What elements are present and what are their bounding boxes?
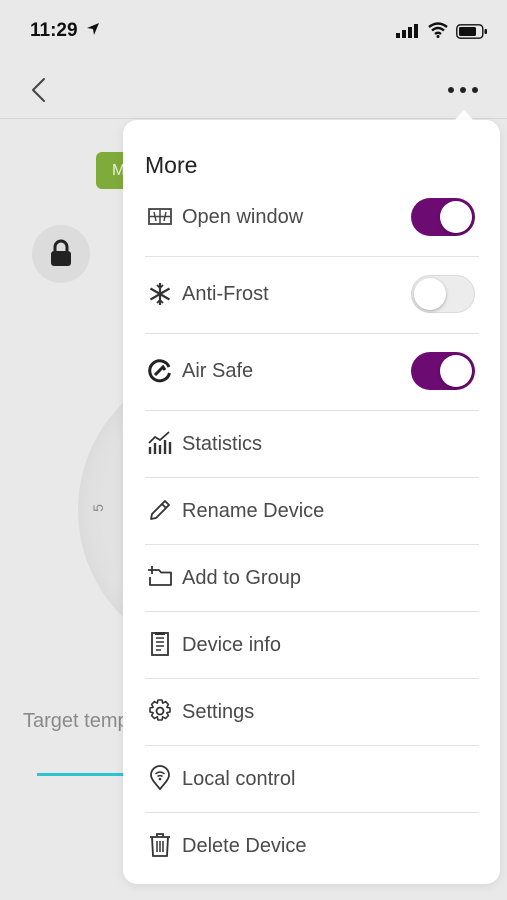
location-pin-icon (150, 765, 170, 791)
open-window-toggle[interactable] (411, 198, 475, 236)
window-icon (148, 208, 172, 225)
cellular-signal-icon (396, 24, 418, 38)
menu-title: More (145, 152, 198, 178)
menu-item-anti-frost[interactable]: Anti-Frost (145, 257, 479, 334)
back-chevron-icon[interactable] (26, 76, 52, 104)
menu-item-open-window[interactable]: Open window (145, 180, 479, 257)
navigation-bar (0, 60, 507, 119)
add-folder-icon (148, 566, 172, 586)
menu-item-device-info[interactable]: Device info (145, 612, 479, 679)
pencil-icon (150, 500, 170, 520)
location-arrow-icon (87, 23, 99, 35)
battery-icon (456, 24, 487, 39)
menu-item-settings[interactable]: Settings (145, 679, 479, 746)
menu-item-statistics[interactable]: Statistics (145, 411, 479, 478)
lock-icon (51, 239, 71, 266)
menu-item-label: Device info (182, 634, 281, 656)
menu-item-label: Local control (182, 768, 296, 790)
status-time: 11:29 (30, 20, 78, 41)
snowflake-icon (149, 283, 171, 305)
menu-item-label: Delete Device (182, 835, 307, 857)
trash-icon (150, 833, 170, 857)
menu-item-label: Settings (182, 701, 255, 723)
menu-item-air-safe[interactable]: Air Safe (145, 334, 479, 411)
menu-item-local-control[interactable]: Local control (145, 746, 479, 813)
menu-item-label: Anti-Frost (182, 283, 269, 305)
menu-item-label: Statistics (182, 433, 263, 455)
menu-item-label: Add to Group (182, 567, 301, 589)
menu-item-label: Open window (182, 206, 304, 228)
statistics-icon (148, 431, 172, 454)
menu-item-label: Rename Device (182, 500, 325, 522)
more-options-icon[interactable] (446, 84, 480, 96)
menu-item-label: Air Safe (182, 360, 254, 382)
menu-item-add-to-group[interactable]: Add to Group (145, 545, 479, 612)
accent-line (37, 773, 127, 776)
lock-button[interactable] (32, 225, 90, 283)
gear-icon (149, 699, 171, 721)
more-menu: More Open window Anti-Frost Air Safe Sta… (123, 120, 500, 884)
air-safe-toggle[interactable] (411, 352, 475, 390)
air-safe-icon (148, 359, 171, 383)
wifi-icon (428, 22, 448, 38)
document-icon (151, 632, 169, 656)
anti-frost-toggle[interactable] (411, 275, 475, 313)
status-bar: 11:29 (0, 0, 507, 60)
menu-item-rename-device[interactable]: Rename Device (145, 478, 479, 545)
dial-mark: 5 (89, 504, 106, 512)
menu-item-delete-device[interactable]: Delete Device (145, 813, 479, 879)
target-temperature-label: Target temperature (23, 710, 123, 732)
